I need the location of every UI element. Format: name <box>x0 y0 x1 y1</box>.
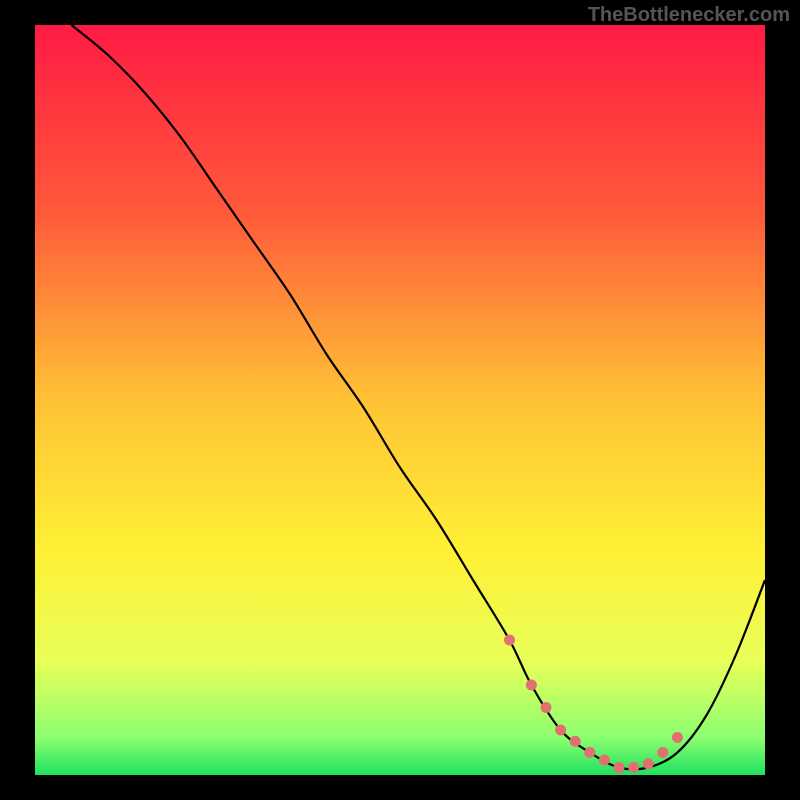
chart-svg <box>35 25 765 775</box>
marker-dot <box>672 732 683 743</box>
marker-dot <box>570 736 581 747</box>
marker-dot <box>599 755 610 766</box>
marker-dot <box>555 725 566 736</box>
marker-dot <box>504 635 515 646</box>
marker-dot <box>614 762 625 773</box>
plot-area <box>35 25 765 775</box>
marker-dot <box>643 758 654 769</box>
marker-dot <box>584 747 595 758</box>
watermark-text: TheBottlenecker.com <box>588 4 790 27</box>
marker-dot <box>628 762 639 773</box>
marker-dot <box>657 747 668 758</box>
marker-dot <box>526 680 537 691</box>
marker-dot <box>541 702 552 713</box>
chart-container: TheBottlenecker.com <box>0 0 800 800</box>
gradient-background <box>35 25 765 775</box>
